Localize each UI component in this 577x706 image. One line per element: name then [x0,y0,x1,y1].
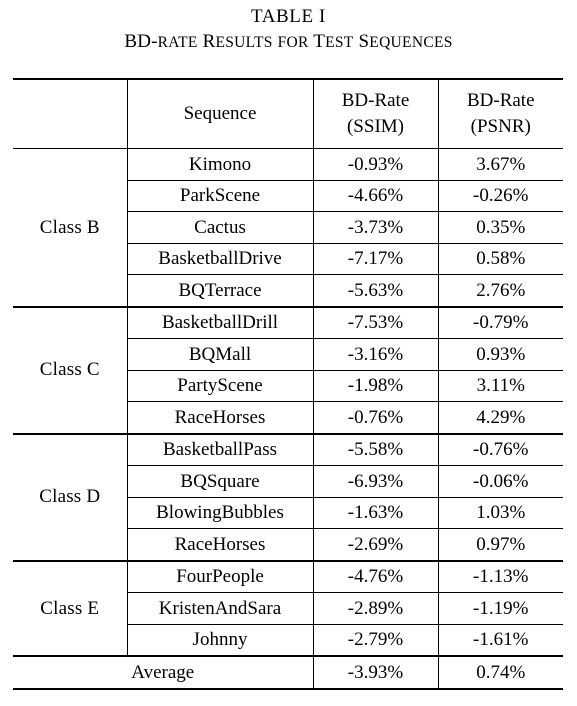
bd-rate-psnr-value: 0.93% [437,338,563,371]
average-bd-rate-psnr-value: 0.74% [437,656,563,690]
bd-rate-ssim-value: -3.73% [312,211,438,244]
bd-rate-ssim-value: -1.63% [312,497,438,529]
sequence-name: RaceHorses [126,401,313,435]
class-label-2: Class C [13,306,127,435]
bd-rate-ssim-value: -5.58% [312,433,438,466]
header-bd-rate-psnr: BD-Rate (PSNR) [437,78,563,149]
header-bd-rate-psnr-line1: BD-Rate [466,90,535,112]
sequence-name: FourPeople [126,560,313,593]
table-row: Class D BasketballPass -5.58% -0.76% [13,433,563,562]
table-row: Class E FourPeople -4.76% -1.13% [13,560,563,657]
sequence-name: ParkScene [126,180,313,212]
class-label-1: Class B [13,148,127,308]
table-title: BD-RATE RESULTS FOR TEST SEQUENCES [0,29,577,56]
average-bd-rate-ssim-value: -3.93% [312,656,438,690]
header-sequence: Sequence [126,78,313,149]
table-title-part-2: R [197,31,216,52]
sequence-name: BQTerrace [126,274,313,308]
bd-rate-psnr-value: -0.26% [437,180,563,212]
bd-rate-ssim-value: -4.66% [312,180,438,212]
header-row: Sequence BD-Rate (SSIM) BD-Rate (PSNR) [13,78,563,149]
table-container: Sequence BD-Rate (SSIM) BD-Rate (PSNR) C… [13,78,563,690]
sequence-name: Cactus [126,211,313,244]
bd-rate-psnr-value: 0.58% [437,243,563,275]
bd-rate-psnr-value: -0.76% [437,433,563,466]
bd-rate-ssim-value: -4.76% [312,560,438,593]
bd-rate-ssim-value: -7.17% [312,243,438,275]
table-head: Sequence BD-Rate (SSIM) BD-Rate (PSNR) [13,78,563,149]
table-title-part-9: EQUENCES [369,34,453,51]
bd-rate-psnr-value: 2.76% [437,274,563,308]
sequence-name: BQSquare [126,465,313,498]
bd-rate-ssim-value: -7.53% [312,306,438,339]
table-number: TABLE I [251,6,326,27]
bd-rate-psnr-value: 1.03% [437,497,563,529]
header-bd-rate-ssim-line2: (SSIM) [346,116,404,137]
table-title-part-3: ESULTS [215,34,273,51]
sequence-name: BasketballDrill [126,306,313,339]
header-bd-rate-psnr-line2: (PSNR) [470,116,531,137]
bd-rate-ssim-value: -6.93% [312,465,438,498]
sequence-name: BasketballPass [126,433,313,466]
header-bd-rate-ssim-line1: BD-Rate [341,90,410,112]
bd-rate-psnr-value: -1.61% [437,624,563,657]
bd-rate-psnr-value: 3.11% [437,370,563,402]
table-page: TABLE I BD-RATE RESULTS FOR TEST SEQUENC… [0,0,577,706]
header-class-column [13,78,127,149]
bd-rate-psnr-value: -1.13% [437,560,563,593]
sequence-name: PartyScene [126,370,313,402]
sequence-name: Johnny [126,624,313,657]
header-bd-rate-ssim: BD-Rate (SSIM) [312,78,438,149]
table-title-part-1: RATE [157,34,198,51]
sequence-name: KristenAndSara [126,592,313,625]
bd-rate-psnr-value: 3.67% [437,148,563,181]
bd-rate-ssim-value: -1.98% [312,370,438,402]
table-caption-block: TABLE I BD-RATE RESULTS FOR TEST SEQUENC… [0,4,577,56]
bd-rate-psnr-value: 0.97% [437,528,563,562]
bd-rate-psnr-value: -0.06% [437,465,563,498]
bd-rate-ssim-value: -0.76% [312,401,438,435]
sequence-name: BlowingBubbles [126,497,313,529]
sequence-name: RaceHorses [126,528,313,562]
table-title-part-0: BD- [124,31,158,52]
bd-rate-psnr-value: 0.35% [437,211,563,244]
table-title-part-7: EST [325,34,354,51]
class-label-3: Class D [13,433,127,562]
bd-rate-psnr-value: -0.79% [437,306,563,339]
bd-rate-psnr-value: -1.19% [437,592,563,625]
sequence-name: Kimono [126,148,313,181]
bd-rate-ssim-value: -5.63% [312,274,438,308]
table-row: Class B Kimono -0.93% 3.67% [13,148,563,308]
sequence-name: BasketballDrive [126,243,313,275]
bd-rate-ssim-value: -0.93% [312,148,438,181]
bd-rate-ssim-value: -3.16% [312,338,438,371]
bd-rate-table: Sequence BD-Rate (SSIM) BD-Rate (PSNR) C… [13,78,563,690]
table-row: Class C BasketballDrill -7.53% -0.79% [13,306,563,435]
class-label-4: Class E [13,560,127,657]
table-title-part-6: T [308,31,326,52]
average-row: Average -3.93% 0.74% [13,656,563,690]
average-label: Average [13,656,313,690]
bd-rate-ssim-value: -2.89% [312,592,438,625]
bd-rate-ssim-value: -2.79% [312,624,438,657]
table-body: Class B Kimono -0.93% 3.67% ParkScene -4.66% -… [13,148,563,690]
table-title-part-8: S [353,31,370,52]
bd-rate-psnr-value: 4.29% [437,401,563,435]
bd-rate-ssim-value: -2.69% [312,528,438,562]
table-title-part-5: FOR [277,34,309,51]
sequence-name: BQMall [126,338,313,371]
